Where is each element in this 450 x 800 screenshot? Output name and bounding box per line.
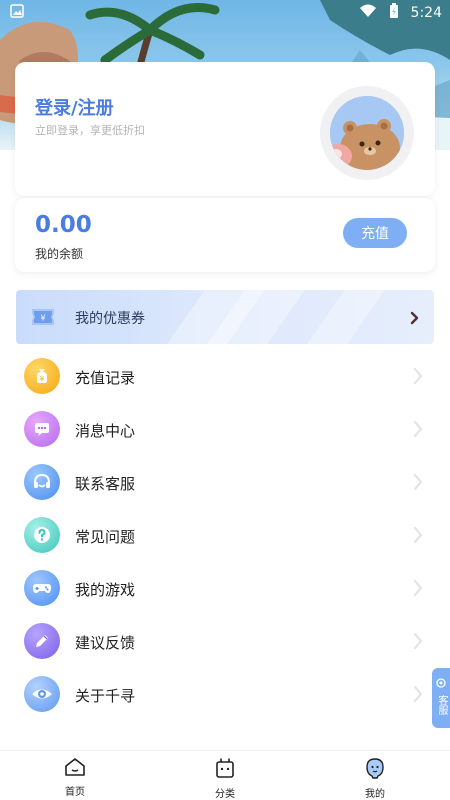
menu-item-feedback[interactable]: 建议反馈 xyxy=(0,615,450,668)
message-icon xyxy=(24,411,60,447)
nav-profile[interactable]: 我的 xyxy=(300,751,450,800)
category-icon xyxy=(215,757,235,783)
decorative-stripe xyxy=(307,290,385,344)
chevron-right-icon xyxy=(412,685,424,707)
headset-icon xyxy=(24,464,60,500)
chevron-right-icon xyxy=(410,310,420,329)
chevron-right-icon xyxy=(412,579,424,601)
chevron-right-icon xyxy=(412,632,424,654)
menu-item-contact-service[interactable]: 联系客服 xyxy=(0,456,450,509)
service-icon xyxy=(436,678,446,692)
chevron-right-icon xyxy=(412,367,424,389)
balance-amount: 0.00 xyxy=(35,212,92,238)
menu-list: ¥ 充值记录 消息中心 联系客服 常见问题 我的游戏 建议反馈 关于千寻 xyxy=(0,350,450,721)
battery-icon xyxy=(389,3,399,23)
balance-label: 我的余额 xyxy=(35,247,84,261)
menu-label: 充值记录 xyxy=(75,369,136,387)
login-register-link[interactable]: 登录/注册 xyxy=(35,94,114,120)
coupon-ticket-icon: ¥ xyxy=(30,306,56,332)
login-card[interactable]: 登录/注册 立即登录，享更低折扣 xyxy=(15,62,435,196)
menu-label: 关于千寻 xyxy=(75,687,136,705)
nav-label: 分类 xyxy=(215,789,235,800)
status-time: 5:24 xyxy=(410,5,442,21)
coupon-entry[interactable]: ¥ 我的优惠券 xyxy=(16,290,434,344)
coupon-label: 我的优惠券 xyxy=(75,311,145,327)
chevron-right-icon xyxy=(412,420,424,442)
nav-category[interactable]: 分类 xyxy=(150,751,300,800)
login-subtitle: 立即登录，享更低折扣 xyxy=(35,124,145,137)
wifi-icon xyxy=(359,4,377,22)
svg-text:¥: ¥ xyxy=(40,314,45,323)
menu-item-my-games[interactable]: 我的游戏 xyxy=(0,562,450,615)
floating-service-button[interactable]: 客服 xyxy=(432,668,450,728)
recharge-button[interactable]: 充值 xyxy=(343,218,407,248)
eye-icon xyxy=(24,676,60,712)
status-bar: 5:24 xyxy=(0,0,450,26)
bottom-nav: 首页 分类 我的 xyxy=(0,750,450,800)
service-label: 客服 xyxy=(436,695,447,715)
menu-label: 建议反馈 xyxy=(75,634,136,652)
question-icon xyxy=(24,517,60,553)
chevron-right-icon xyxy=(412,526,424,548)
pencil-icon xyxy=(24,623,60,659)
nav-label: 我的 xyxy=(365,789,385,800)
bear-avatar-icon xyxy=(330,96,404,170)
menu-label: 我的游戏 xyxy=(75,581,136,599)
profile-icon xyxy=(365,757,385,783)
money-bag-icon: ¥ xyxy=(24,358,60,394)
menu-label: 常见问题 xyxy=(75,528,136,546)
svg-text:¥: ¥ xyxy=(40,375,45,383)
image-notification-icon xyxy=(10,4,24,22)
chevron-right-icon xyxy=(412,473,424,495)
menu-item-faq[interactable]: 常见问题 xyxy=(0,509,450,562)
menu-label: 联系客服 xyxy=(75,475,136,493)
nav-label: 首页 xyxy=(65,787,85,798)
gamepad-icon xyxy=(24,570,60,606)
menu-label: 消息中心 xyxy=(75,422,136,440)
menu-item-recharge-records[interactable]: ¥ 充值记录 xyxy=(0,350,450,403)
menu-item-message-center[interactable]: 消息中心 xyxy=(0,403,450,456)
nav-home[interactable]: 首页 xyxy=(0,751,150,800)
balance-card: 0.00 我的余额 充值 xyxy=(15,198,435,272)
home-icon xyxy=(64,757,86,781)
avatar[interactable] xyxy=(320,86,414,180)
menu-item-about[interactable]: 关于千寻 xyxy=(0,668,450,721)
